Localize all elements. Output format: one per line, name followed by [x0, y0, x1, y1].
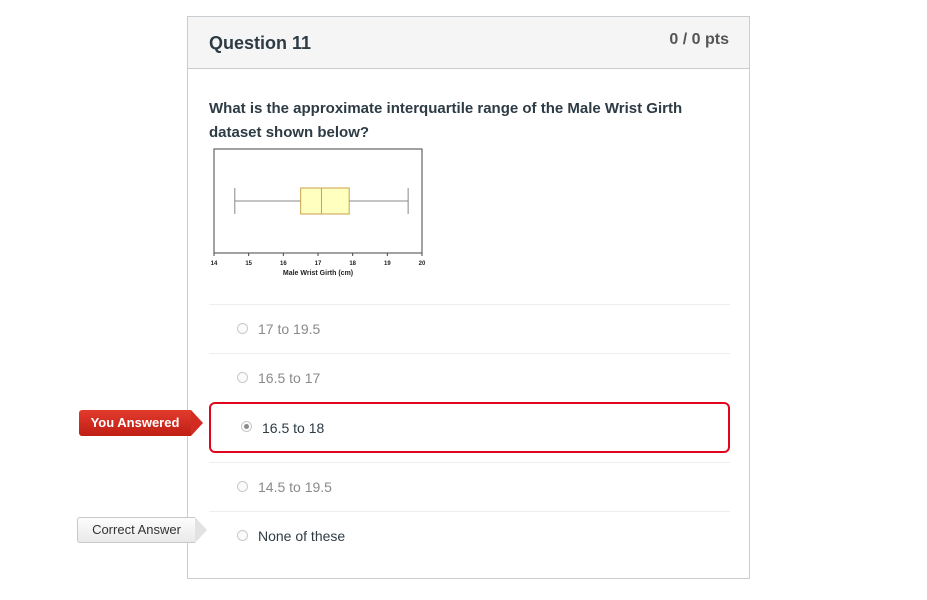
boxplot-chart: 14 15 16 17 18 19 20 Male Wrist Girth (cm) [211, 148, 426, 277]
answer-radio-4[interactable] [237, 481, 248, 492]
question-text: What is the approximate interquartile ra… [209, 100, 683, 141]
answer-option-4[interactable]: 14.5 to 19.5 [209, 462, 730, 511]
question-card: Question 11 0 / 0 pts What is the approx… [187, 16, 750, 579]
answer-option-5[interactable]: None of these [209, 511, 730, 560]
x-tick-label: 18 [349, 261, 356, 267]
answer-radio-5[interactable] [237, 530, 248, 541]
correct-answer-flag: Correct Answer [77, 517, 207, 543]
answer-label-4: 14.5 to 19.5 [258, 479, 332, 495]
answer-label-1: 17 to 19.5 [258, 321, 321, 337]
x-tick-label: 19 [384, 261, 391, 267]
x-tick-label: 16 [280, 261, 287, 267]
answer-option-3[interactable]: 16.5 to 18 [209, 402, 730, 453]
answer-label-2: 16.5 to 17 [258, 370, 321, 386]
answer-option-1[interactable]: 17 to 19.5 [209, 304, 730, 353]
answer-radio-1[interactable] [237, 323, 248, 334]
iqr-box [300, 187, 350, 215]
question-header: Question 11 0 / 0 pts [188, 17, 749, 69]
answer-radio-3[interactable] [241, 421, 252, 432]
question-title: Question 11 [209, 33, 312, 53]
answer-label-5: None of these [258, 528, 346, 544]
answer-option-2[interactable]: 16.5 to 17 [209, 353, 730, 402]
x-tick-label: 20 [419, 261, 426, 267]
x-tick-label: 17 [315, 261, 322, 267]
you-answered-flag: You Answered [79, 410, 203, 436]
answer-label-3: 16.5 to 18 [262, 420, 325, 436]
question-points: 0 / 0 pts [669, 31, 729, 48]
x-tick-label: 15 [245, 261, 252, 267]
answer-radio-2[interactable] [237, 372, 248, 383]
x-tick-label: 14 [211, 261, 218, 267]
x-axis-label: Male Wrist Girth (cm) [283, 270, 353, 277]
